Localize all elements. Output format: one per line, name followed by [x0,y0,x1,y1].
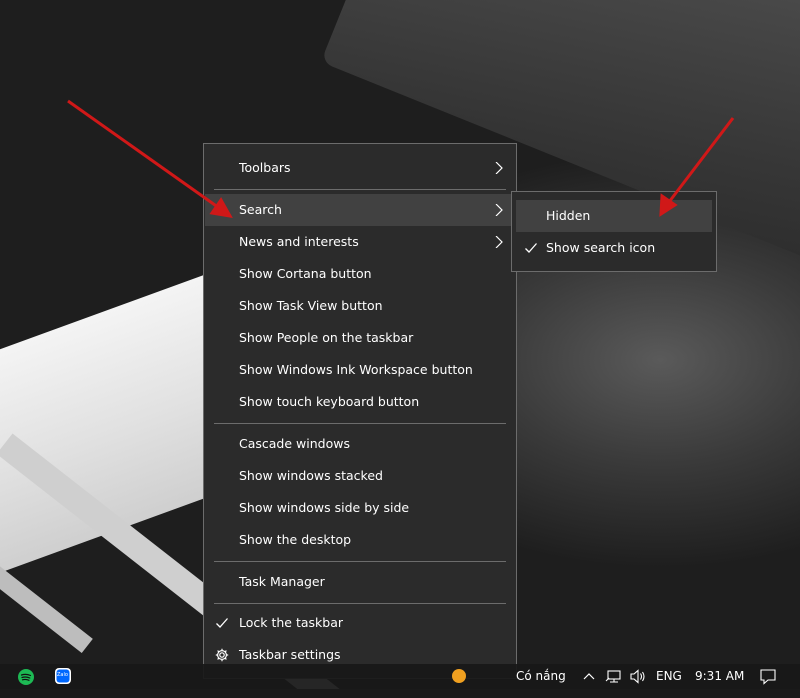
speaker-icon [630,669,645,684]
menu-item-label: Show windows stacked [239,468,383,483]
network-button[interactable] [605,664,623,689]
menu-separator [214,603,506,604]
checkmark-icon [525,243,537,253]
chevron-up-icon [583,673,595,680]
menu-item-show-people[interactable]: Show People on the taskbar [205,322,515,354]
search-submenu: Hidden Show search icon [511,191,717,272]
weather-text: Có nắng [516,669,566,683]
submenu-item-label: Hidden [546,208,591,223]
menu-item-task-manager[interactable]: Task Manager [205,566,515,598]
chevron-right-icon [495,236,503,248]
language-text: ENG [656,669,682,683]
menu-item-show-cortana-button[interactable]: Show Cortana button [205,258,515,290]
menu-item-show-windows-stacked[interactable]: Show windows stacked [205,460,515,492]
menu-item-label: Show the desktop [239,532,352,547]
submenu-item-label: Show search icon [546,240,656,255]
time-text: 9:31 AM [695,669,745,683]
clock[interactable]: 9:31 AM [695,664,744,689]
menu-item-label: Show windows side by side [239,500,410,515]
network-icon [605,670,621,683]
menu-item-label: Show touch keyboard button [239,394,420,409]
checkmark-icon [216,618,228,628]
wallpaper-chair-leg [0,564,93,654]
menu-item-label: Show Cortana button [239,266,372,281]
menu-item-label: Show People on the taskbar [239,330,414,345]
chevron-right-icon [495,204,503,216]
chevron-right-icon [495,162,503,174]
menu-item-lock-the-taskbar[interactable]: Lock the taskbar [205,607,515,639]
language-indicator[interactable]: ENG [656,664,682,689]
menu-item-news-and-interests[interactable]: News and interests [205,226,515,258]
submenu-item-hidden[interactable]: Hidden [516,200,712,232]
menu-separator [214,423,506,424]
spotify-icon [18,669,34,685]
menu-separator [214,189,506,190]
show-hidden-icons-button[interactable] [582,664,596,689]
menu-item-show-touch-keyboard[interactable]: Show touch keyboard button [205,386,515,418]
menu-item-label: Show Windows Ink Workspace button [239,362,473,377]
menu-item-label: Search [239,202,282,217]
menu-item-cascade-windows[interactable]: Cascade windows [205,428,515,460]
menu-item-show-task-view-button[interactable]: Show Task View button [205,290,515,322]
submenu-item-show-search-icon[interactable]: Show search icon [516,232,712,264]
menu-item-label: News and interests [239,234,359,249]
menu-item-show-windows-side-by-side[interactable]: Show windows side by side [205,492,515,524]
taskbar-app-spotify[interactable] [15,666,37,688]
menu-item-search[interactable]: Search [205,194,515,226]
menu-item-label: Show Task View button [239,298,383,313]
volume-button[interactable] [629,664,647,689]
menu-item-label: Task Manager [239,574,325,589]
menu-item-label: Toolbars [239,160,291,175]
action-center-button[interactable] [758,664,778,689]
gear-icon [215,648,229,662]
menu-item-toolbars[interactable]: Toolbars [205,152,515,184]
weather-widget[interactable]: Có nắng [452,664,566,689]
menu-item-label: Lock the taskbar [239,615,344,630]
menu-item-show-the-desktop[interactable]: Show the desktop [205,524,515,556]
weather-sun-icon [452,669,466,683]
zalo-label: Zalo [57,672,68,678]
taskbar-app-zalo[interactable]: Zalo [52,666,74,688]
menu-separator [214,561,506,562]
menu-item-label: Cascade windows [239,436,350,451]
taskbar: Zalo Có nắng ENG 9:31 AM [0,664,800,689]
menu-item-show-windows-ink[interactable]: Show Windows Ink Workspace button [205,354,515,386]
taskbar-context-menu: Toolbars Search News and interests Show … [203,143,517,679]
notification-icon [760,669,776,685]
